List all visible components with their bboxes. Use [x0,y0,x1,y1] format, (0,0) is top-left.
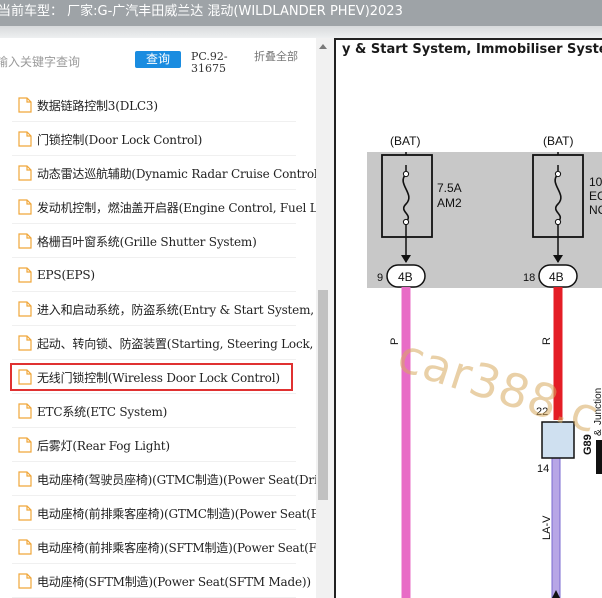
wire-lower-color: LA-V [541,515,553,540]
fuse-right-name: EC [589,189,602,203]
bat-right-label: (BAT) [543,134,573,148]
wire-left-color: P [389,338,401,345]
connector-right-pin: 18 [523,272,535,284]
fuse-amp: 7.5A [437,181,462,195]
connector-left-pin: 9 [377,272,383,284]
junction-pin-bottom: 14 [537,463,549,475]
fuse-name: AM2 [437,196,462,210]
connector-right-label: 4B [549,270,564,284]
wire-right-color: R [541,337,553,345]
fuse-right-amp: 10 [589,175,602,189]
connector-left-label: 4B [398,270,413,284]
junction-sub: & [593,429,602,436]
bat-left-label: (BAT) [390,134,420,148]
fuse-right-name-2: NC [589,203,602,217]
wiring-diagram: (BAT) 7.5A AM2 (BAT) 10 EC NC 9 4B 18 4B… [367,134,602,598]
